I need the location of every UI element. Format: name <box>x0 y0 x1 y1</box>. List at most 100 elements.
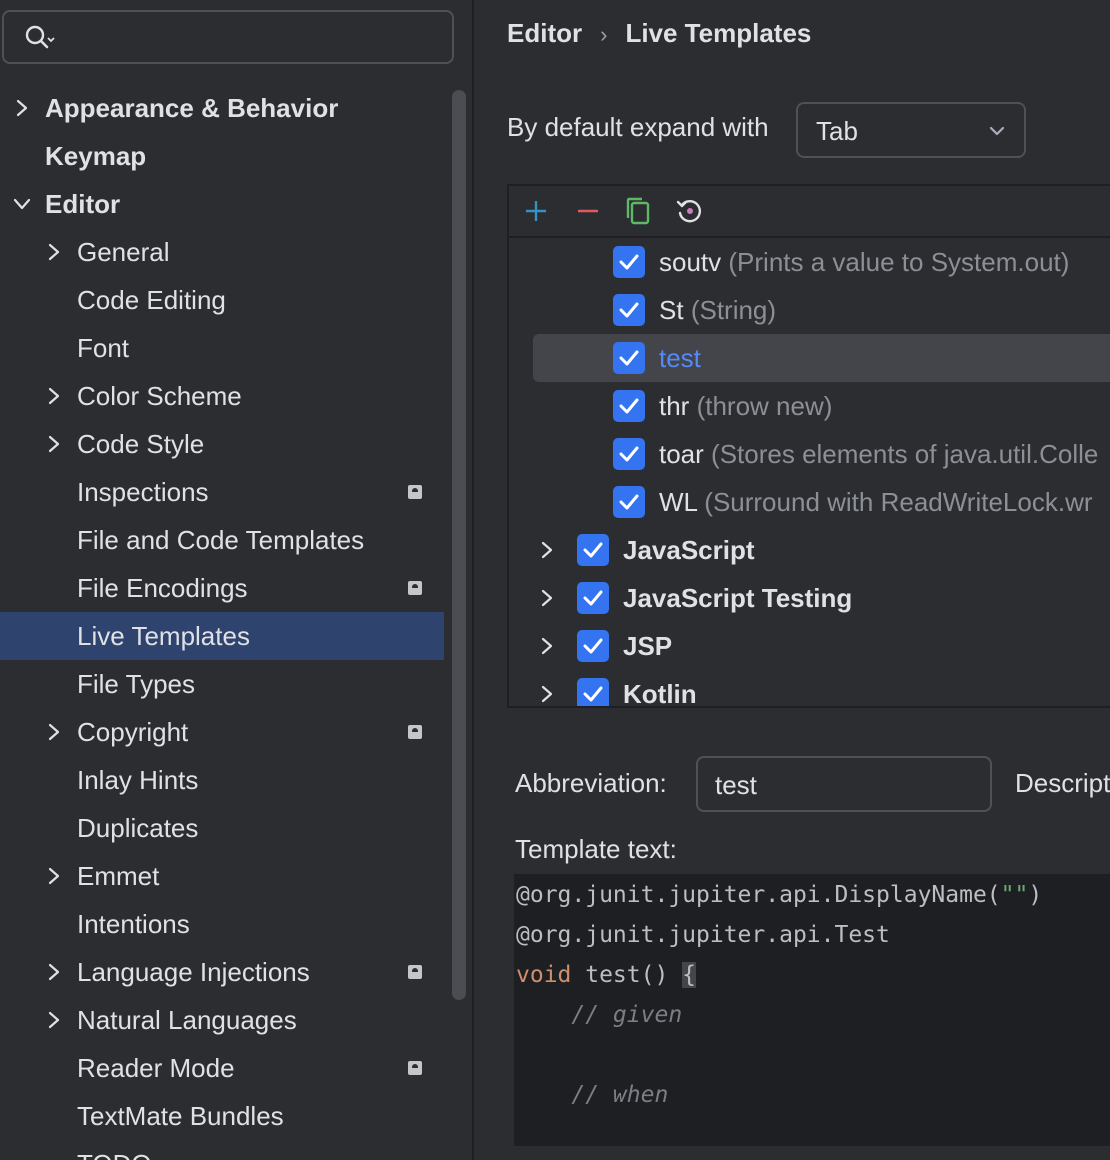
sidebar-item-label: TextMate Bundles <box>77 1101 284 1131</box>
chevron-right-icon[interactable] <box>42 996 66 1044</box>
template-checkbox[interactable] <box>613 294 645 326</box>
sidebar-item-label: File Encodings <box>77 573 248 603</box>
project-settings-icon <box>408 965 422 979</box>
template-checkbox[interactable] <box>613 390 645 422</box>
chevron-right-icon[interactable] <box>539 574 555 622</box>
sidebar-item-file-encodings[interactable]: File Encodings <box>0 564 444 612</box>
add-template-button[interactable] <box>521 196 551 226</box>
code-line: @org.junit.jupiter.api.DisplayName("") <box>516 882 1043 908</box>
restore-defaults-button[interactable] <box>675 196 705 226</box>
settings-tree: Appearance & Behavior Keymap Editor General… <box>0 84 444 1160</box>
remove-template-button[interactable] <box>573 196 603 226</box>
template-row[interactable]: St (String) <box>509 286 1110 334</box>
sidebar-item-color-scheme[interactable]: Color Scheme <box>0 372 444 420</box>
copy-template-button[interactable] <box>623 196 653 226</box>
template-abbreviation: St <box>659 295 684 325</box>
search-icon <box>25 25 55 49</box>
chevron-down-icon[interactable] <box>10 180 34 228</box>
template-text-editor[interactable]: @org.junit.jupiter.api.DisplayName("") @… <box>514 874 1110 1146</box>
chevron-right-icon[interactable] <box>539 670 555 706</box>
code-line: // given <box>516 1002 683 1028</box>
code-line: // when <box>516 1082 669 1108</box>
template-row[interactable]: WL (Surround with ReadWriteLock.wr <box>509 478 1110 526</box>
template-text: thr (throw new) <box>659 382 832 430</box>
chevron-right-icon[interactable] <box>42 852 66 900</box>
sidebar-item-todo[interactable]: TODO <box>0 1140 444 1160</box>
expand-with-dropdown[interactable]: Tab <box>796 102 1026 158</box>
group-checkbox[interactable] <box>577 630 609 662</box>
sidebar-item-appearance-behavior[interactable]: Appearance & Behavior <box>0 84 444 132</box>
sidebar-item-copyright[interactable]: Copyright <box>0 708 444 756</box>
sidebar-item-code-style[interactable]: Code Style <box>0 420 444 468</box>
sidebar-item-editor[interactable]: Editor <box>0 180 444 228</box>
live-templates-panel: Editor › Live Templates By default expand … <box>474 0 1110 1160</box>
abbreviation-input[interactable]: test <box>696 756 992 812</box>
chevron-right-icon[interactable] <box>42 372 66 420</box>
sidebar-item-inlay-hints[interactable]: Inlay Hints <box>0 756 444 804</box>
sidebar-scrollbar[interactable] <box>452 90 466 1000</box>
template-description: (Surround with ReadWriteLock.wr <box>704 487 1093 517</box>
sidebar-item-inspections[interactable]: Inspections <box>0 468 444 516</box>
breadcrumb-parent[interactable]: Editor <box>507 18 582 48</box>
settings-search-field[interactable] <box>2 10 454 64</box>
sidebar-item-label: File and Code Templates <box>77 525 365 555</box>
sidebar-item-emmet[interactable]: Emmet <box>0 852 444 900</box>
sidebar-item-language-injections[interactable]: Language Injections <box>0 948 444 996</box>
template-group-row[interactable]: JSP <box>509 622 1110 670</box>
template-abbreviation: toar <box>659 439 704 469</box>
group-checkbox[interactable] <box>577 534 609 566</box>
template-row[interactable]: thr (throw new) <box>509 382 1110 430</box>
sidebar-item-label: Appearance & Behavior <box>45 93 339 123</box>
chevron-right-icon[interactable] <box>539 622 555 670</box>
template-text: toar (Stores elements of java.util.Colle <box>659 430 1098 478</box>
template-text: WL (Surround with ReadWriteLock.wr <box>659 478 1093 526</box>
sidebar-item-code-editing[interactable]: Code Editing <box>0 276 444 324</box>
sidebar-item-keymap[interactable]: Keymap <box>0 132 444 180</box>
template-group-row[interactable]: JavaScript <box>509 526 1110 574</box>
sidebar-item-label: Emmet <box>77 861 160 891</box>
sidebar-item-general[interactable]: General <box>0 228 444 276</box>
sidebar-item-intentions[interactable]: Intentions <box>0 900 444 948</box>
sidebar-item-label: Code Editing <box>77 285 226 315</box>
template-checkbox[interactable] <box>613 342 645 374</box>
template-checkbox[interactable] <box>613 438 645 470</box>
sidebar-item-textmate-bundles[interactable]: TextMate Bundles <box>0 1092 444 1140</box>
chevron-right-icon[interactable] <box>539 526 555 574</box>
expand-with-value: Tab <box>816 116 858 146</box>
group-checkbox[interactable] <box>577 678 609 706</box>
chevron-right-icon[interactable] <box>10 84 34 132</box>
abbreviation-label: Abbreviation: <box>515 768 667 798</box>
sidebar-item-natural-languages[interactable]: Natural Languages <box>0 996 444 1044</box>
template-row[interactable]: test <box>509 334 1110 382</box>
chevron-right-icon[interactable] <box>42 420 66 468</box>
template-description: (Stores elements of java.util.Colle <box>711 439 1099 469</box>
sidebar-item-label: TODO <box>77 1140 152 1160</box>
group-checkbox[interactable] <box>577 582 609 614</box>
templates-list-panel: soutv (Prints a value to System.out) St (… <box>507 184 1110 708</box>
sidebar-item-duplicates[interactable]: Duplicates <box>0 804 444 852</box>
sidebar-item-file-and-code-templates[interactable]: File and Code Templates <box>0 516 444 564</box>
sidebar-item-label: Language Injections <box>77 957 310 987</box>
sidebar-item-label: Color Scheme <box>77 381 242 411</box>
chevron-right-icon[interactable] <box>42 708 66 756</box>
template-group-row[interactable]: JavaScript Testing <box>509 574 1110 622</box>
sidebar-item-label: Duplicates <box>77 813 199 843</box>
template-group-row[interactable]: Kotlin <box>509 670 1110 706</box>
chevron-right-icon[interactable] <box>42 228 66 276</box>
template-abbreviation: thr <box>659 391 690 421</box>
search-input[interactable] <box>66 20 440 56</box>
template-row[interactable]: toar (Stores elements of java.util.Colle <box>509 430 1110 478</box>
sidebar-item-reader-mode[interactable]: Reader Mode <box>0 1044 444 1092</box>
template-checkbox[interactable] <box>613 246 645 278</box>
chevron-right-icon[interactable] <box>42 948 66 996</box>
template-description: (String) <box>690 295 777 325</box>
template-row[interactable]: soutv (Prints a value to System.out) <box>509 238 1110 286</box>
sidebar-item-label: Code Style <box>77 429 205 459</box>
sidebar-item-font[interactable]: Font <box>0 324 444 372</box>
sidebar-item-file-types[interactable]: File Types <box>0 660 444 708</box>
sidebar-item-label: Editor <box>45 189 121 219</box>
sidebar-item-label: File Types <box>77 669 196 699</box>
sidebar-item-live-templates[interactable]: Live Templates <box>0 612 444 660</box>
template-checkbox[interactable] <box>613 486 645 518</box>
template-text-label: Template text: <box>515 834 677 864</box>
